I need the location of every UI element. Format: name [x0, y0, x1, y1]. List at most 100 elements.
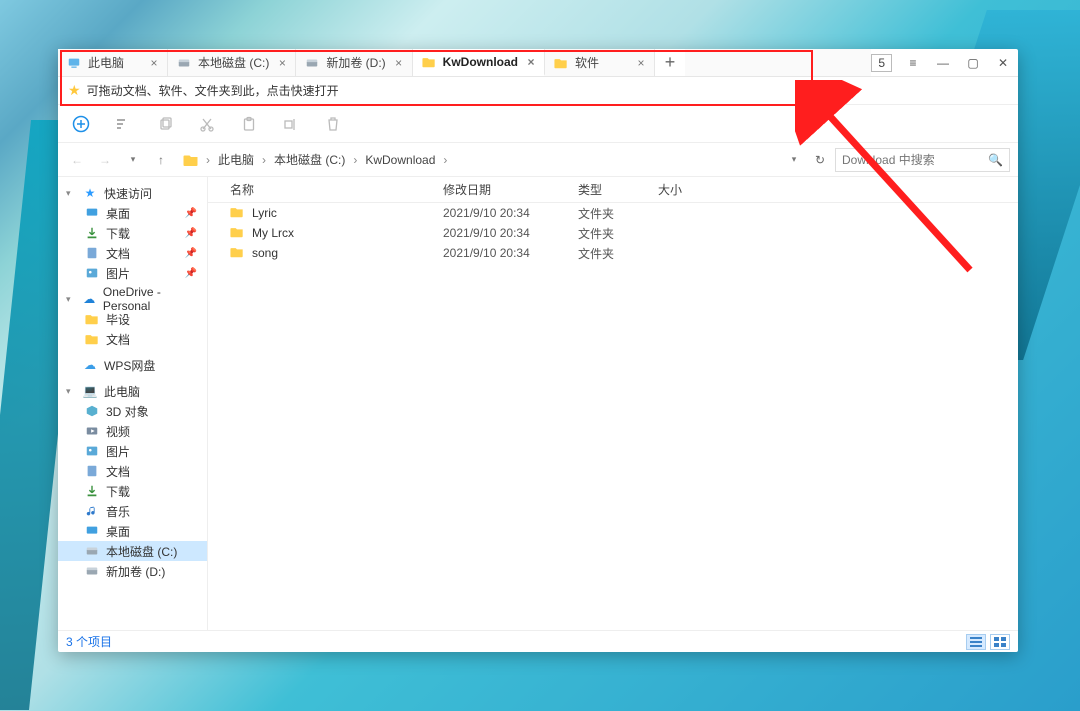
menu-button[interactable]: ≡ [898, 49, 928, 77]
column-size[interactable]: 大小 [658, 181, 738, 198]
paste-button[interactable] [240, 115, 258, 133]
sidebar-wps[interactable]: ▾ ☁ WPS网盘 [58, 355, 207, 375]
tab-label: 此电脑 [88, 54, 141, 71]
tab[interactable]: 本地磁盘 (C:) × [168, 49, 296, 76]
breadcrumb[interactable]: › 此电脑 › 本地磁盘 (C:) › KwDownload › [178, 143, 777, 176]
sidebar-item[interactable]: 图片 [58, 441, 207, 461]
tab[interactable]: 软件 × [545, 49, 655, 76]
tab[interactable]: 此电脑 × [58, 49, 168, 76]
view-icons-button[interactable] [990, 634, 1010, 650]
pin-icon: 📌 [185, 268, 197, 279]
search-box[interactable]: 🔍 [835, 148, 1010, 172]
tab-close-button[interactable]: × [275, 56, 289, 70]
tab[interactable]: 新加卷 (D:) × [296, 49, 412, 76]
tab-close-button[interactable]: × [392, 56, 406, 70]
file-row[interactable]: song 2021/9/10 20:34 文件夹 [208, 243, 1018, 263]
pin-icon: 📌 [185, 208, 197, 219]
address-dropdown-button[interactable]: ▾ [783, 149, 805, 171]
file-list-pane: 名称 修改日期 类型 大小 Lyric 2021/9/10 20:34 文件夹 … [208, 177, 1018, 630]
address-bar: ← → ▾ ↑ › 此电脑 › 本地磁盘 (C:) › KwDownload ›… [58, 143, 1018, 177]
chevron-right-icon: › [202, 153, 214, 167]
sidebar-item-label: 快速访问 [104, 185, 152, 202]
sidebar-item[interactable]: 文档 [58, 329, 207, 349]
column-type[interactable]: 类型 [578, 181, 658, 198]
sidebar-item[interactable]: 下载 📌 [58, 223, 207, 243]
sidebar-item-label: 下载 [106, 225, 130, 242]
picture-icon [84, 443, 100, 459]
search-icon: 🔍 [988, 153, 1003, 167]
sidebar-item[interactable]: 新加卷 (D:) [58, 561, 207, 581]
tab-label: 软件 [575, 54, 628, 71]
column-date[interactable]: 修改日期 [443, 181, 578, 198]
sidebar-item-label: 下载 [106, 483, 130, 500]
sidebar-item[interactable]: 文档 📌 [58, 243, 207, 263]
sidebar-group-wps: ▾ ☁ WPS网盘 [58, 355, 207, 375]
nav-history-dropdown[interactable]: ▾ [122, 149, 144, 171]
delete-button[interactable] [324, 115, 342, 133]
sidebar-item[interactable]: 下载 [58, 481, 207, 501]
bookmark-bar: ★ 可拖动文档、软件、文件夹到此，点击快速打开 [58, 77, 1018, 105]
breadcrumb-item[interactable]: KwDownload [363, 151, 437, 169]
nav-forward-button[interactable]: → [94, 149, 116, 171]
sidebar-thispc[interactable]: ▾ 💻 此电脑 [58, 381, 207, 401]
file-explorer-window: 此电脑 × 本地磁盘 (C:) × 新加卷 (D:) × KwDownload … [58, 49, 1018, 652]
search-input[interactable] [842, 153, 962, 167]
new-tab-button[interactable]: + [655, 49, 685, 76]
sidebar-item[interactable]: 视频 [58, 421, 207, 441]
sidebar-quickaccess[interactable]: ▾ ★ 快速访问 [58, 183, 207, 203]
file-type: 文件夹 [578, 245, 658, 262]
tab[interactable]: KwDownload × [413, 49, 545, 76]
tab-close-button[interactable]: × [147, 56, 161, 70]
chevron-down-icon: ▾ [66, 386, 76, 397]
file-row[interactable]: My Lrcx 2021/9/10 20:34 文件夹 [208, 223, 1018, 243]
drive-local-icon [84, 563, 100, 579]
cut-button[interactable] [198, 115, 216, 133]
refresh-button[interactable]: ↻ [809, 149, 831, 171]
sidebar-item[interactable]: 桌面 [58, 521, 207, 541]
sidebar-item-label: 音乐 [106, 503, 130, 520]
music-icon [84, 503, 100, 519]
sidebar-item[interactable]: 文档 [58, 461, 207, 481]
new-item-button[interactable] [72, 115, 90, 133]
sidebar-item[interactable]: 图片 📌 [58, 263, 207, 283]
sidebar-item-label: 桌面 [106, 205, 130, 222]
sidebar-item-label: 图片 [106, 265, 130, 282]
folder-icon [230, 245, 246, 261]
minimize-button[interactable]: — [928, 49, 958, 77]
file-row[interactable]: Lyric 2021/9/10 20:34 文件夹 [208, 203, 1018, 223]
column-name[interactable]: 名称 [208, 181, 443, 198]
maximize-button[interactable]: ▢ [958, 49, 988, 77]
sidebar-item-label: 视频 [106, 423, 130, 440]
file-type: 文件夹 [578, 225, 658, 242]
star-icon: ★ [82, 185, 98, 201]
file-type: 文件夹 [578, 205, 658, 222]
pc-icon: 💻 [82, 383, 98, 399]
close-window-button[interactable]: ✕ [988, 49, 1018, 77]
rename-button[interactable] [282, 115, 300, 133]
download-icon [84, 225, 100, 241]
tab-label: KwDownload [443, 55, 518, 69]
view-switch [966, 634, 1010, 650]
nav-up-button[interactable]: ↑ [150, 149, 172, 171]
column-headers: 名称 修改日期 类型 大小 [208, 177, 1018, 203]
sidebar-item[interactable]: 桌面 📌 [58, 203, 207, 223]
tab-count-badge: 5 [871, 54, 892, 72]
sidebar-item[interactable]: 音乐 [58, 501, 207, 521]
sidebar-onedrive[interactable]: ▾ ☁ OneDrive - Personal [58, 289, 207, 309]
view-details-button[interactable] [966, 634, 986, 650]
sidebar-item-label: 图片 [106, 443, 130, 460]
tab-label: 本地磁盘 (C:) [198, 54, 269, 71]
breadcrumb-item[interactable]: 此电脑 [216, 149, 256, 170]
nav-back-button[interactable]: ← [66, 149, 88, 171]
sidebar-item[interactable]: 本地磁盘 (C:) [58, 541, 207, 561]
copy-button[interactable] [156, 115, 174, 133]
sidebar-item[interactable]: 3D 对象 [58, 401, 207, 421]
sort-button[interactable] [114, 115, 132, 133]
tab-close-button[interactable]: × [634, 56, 648, 70]
sidebar-item-label: 此电脑 [104, 383, 140, 400]
main-area: ▾ ★ 快速访问 桌面 📌 下载 📌 文档 📌 图片 📌 ▾ ☁ OneDriv… [58, 177, 1018, 630]
chevron-down-icon: ▾ [66, 294, 76, 305]
breadcrumb-item[interactable]: 本地磁盘 (C:) [272, 149, 347, 170]
tab-close-button[interactable]: × [524, 55, 538, 69]
folder-icon [553, 55, 569, 71]
